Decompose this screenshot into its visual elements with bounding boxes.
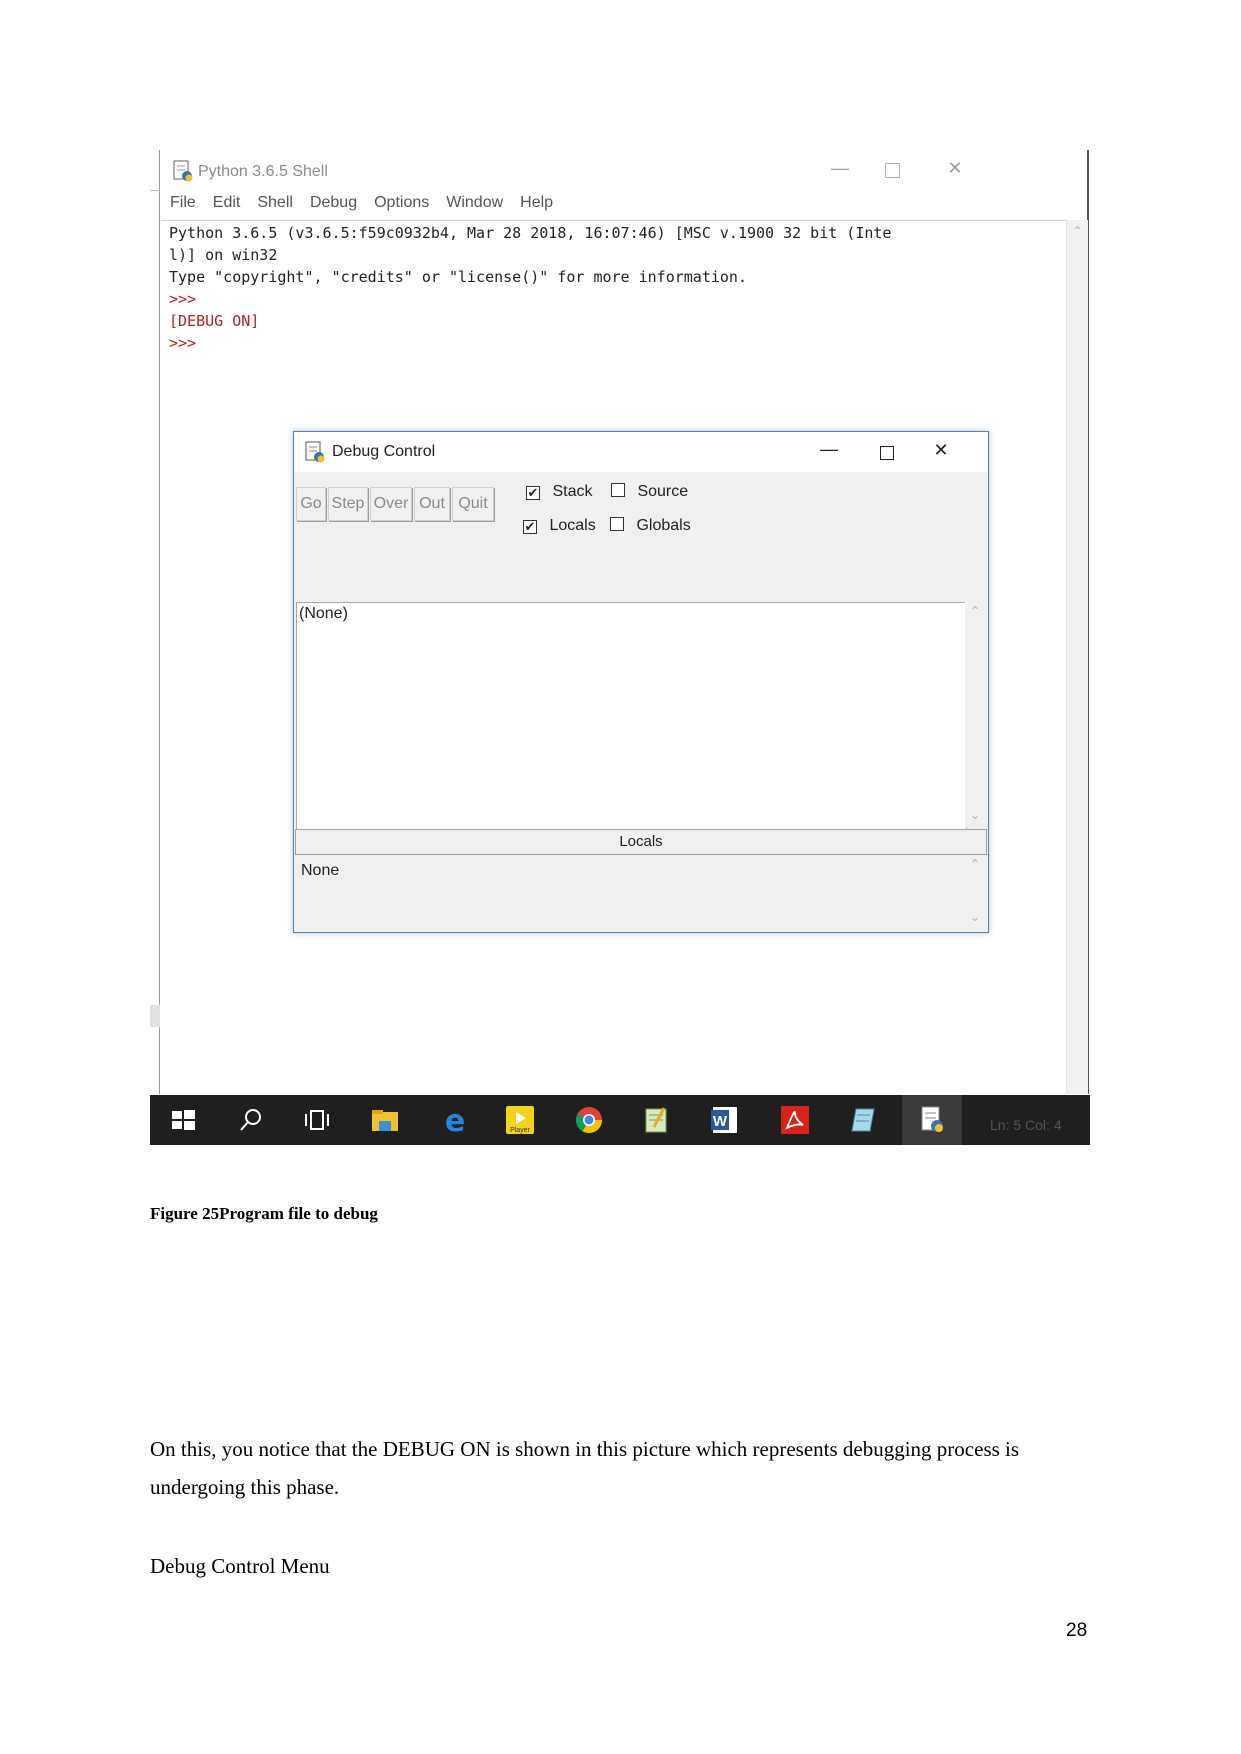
body-paragraph: On this, you notice that the DEBUG ON is… [150,1437,1020,1499]
menu-options[interactable]: Options [374,194,429,211]
task-view-icon[interactable] [302,1105,332,1135]
stack-listbox[interactable]: (None) [296,602,967,830]
notepad-app-icon[interactable] [642,1105,672,1135]
stack-label: Stack [552,483,593,500]
shell-prompt: >>> [169,334,197,352]
menu-file[interactable]: File [170,194,196,211]
locals-value: None [301,862,340,879]
locals-label: Locals [549,517,596,534]
menu-bar: File Edit Shell Debug Options Window Help [170,194,570,212]
window-left-border [159,150,160,1094]
go-button[interactable]: Go [296,487,326,521]
step-button[interactable]: Step [328,487,368,521]
background-edge [150,1005,160,1027]
player-app-icon[interactable]: Player [505,1105,535,1135]
checkbox-checked-icon: ✔ [523,519,537,534]
file-explorer-icon[interactable] [370,1105,400,1135]
close-button[interactable]: ✕ [940,158,970,179]
maximize-button[interactable] [885,163,900,178]
edge-browser-icon[interactable]: e [440,1105,470,1135]
debug-control-window: Debug Control — ✕ Go Step Over Out Quit … [293,431,989,933]
checkbox-unchecked-icon [611,483,625,497]
chrome-icon[interactable] [574,1105,604,1135]
shell-line: Python 3.6.5 (v3.6.5:f59c0932b4, Mar 28 … [169,224,892,242]
menu-window[interactable]: Window [446,194,503,211]
out-button[interactable]: Out [414,487,450,521]
page-number: 28 [1066,1620,1088,1641]
menu-shell[interactable]: Shell [257,194,293,211]
shell-line: l)] on win32 [169,246,278,264]
locals-panel[interactable]: None [295,855,965,930]
checkbox-checked-icon: ✔ [526,485,540,500]
close-button[interactable]: ✕ [926,440,956,461]
menu-edit[interactable]: Edit [213,194,241,211]
python-file-icon [173,160,193,182]
shell-window-title: Python 3.6.5 Shell [198,163,328,180]
svg-text:e: e [445,1105,465,1135]
minimize-button[interactable]: — [814,439,844,460]
section-heading: Debug Control Menu [150,1554,330,1578]
word-icon[interactable]: W [710,1105,740,1135]
shell-line: Type "copyright", "credits" or "license(… [169,268,747,286]
source-label: Source [637,483,689,500]
debug-on-message: [DEBUG ON] [169,312,260,330]
line-column-status: Ln: 5 Col: 4 [990,1117,1062,1133]
background-edge [150,190,160,191]
quit-button[interactable]: Quit [452,487,494,521]
windows-taskbar: e Player W Ln: 5 Col: 4 [150,1095,1090,1145]
locals-scrollbar[interactable]: ⌃ ⌄ [965,855,985,930]
python-idle-icon[interactable] [917,1105,947,1135]
globals-checkbox[interactable]: Globals [610,517,691,535]
checkbox-unchecked-icon [610,517,624,531]
minimize-button[interactable]: — [825,158,855,179]
locals-header: Locals [295,829,987,855]
source-checkbox[interactable]: Source [611,483,688,501]
scroll-up-icon[interactable]: ⌃ [965,857,985,871]
menu-help[interactable]: Help [520,194,553,211]
debug-window-title: Debug Control [332,443,436,460]
scroll-down-icon[interactable]: ⌄ [965,808,985,822]
shell-text-area[interactable]: Python 3.6.5 (v3.6.5:f59c0932b4, Mar 28 … [161,220,1066,1095]
python-file-icon [305,441,325,463]
shell-scrollbar[interactable]: ⌃ [1066,220,1088,1094]
search-icon[interactable] [236,1105,266,1135]
figure-caption: Figure 25Program file to debug [150,1204,378,1223]
idle-screenshot: Python 3.6.5 Shell — ✕ File Edit Shell Debu… [150,150,1090,1145]
stack-entry: (None) [299,605,348,622]
scroll-down-icon[interactable]: ⌄ [965,910,985,924]
maximize-button[interactable] [880,446,894,460]
menu-debug[interactable]: Debug [310,194,357,211]
globals-label: Globals [636,517,691,534]
notes-app-icon[interactable] [848,1105,878,1135]
player-label: Player [510,1127,531,1134]
windows-start-icon[interactable] [168,1105,198,1135]
shell-prompt: >>> [169,290,197,308]
stack-checkbox[interactable]: ✔ Stack [526,483,592,501]
locals-checkbox[interactable]: ✔ Locals [523,517,596,535]
scroll-up-icon[interactable]: ⌃ [965,604,985,618]
svg-text:W: W [713,1113,728,1130]
stack-scrollbar[interactable]: ⌃ ⌄ [965,602,985,828]
acrobat-icon[interactable] [780,1105,810,1135]
scroll-up-icon[interactable]: ⌃ [1067,224,1088,238]
over-button[interactable]: Over [370,487,412,521]
